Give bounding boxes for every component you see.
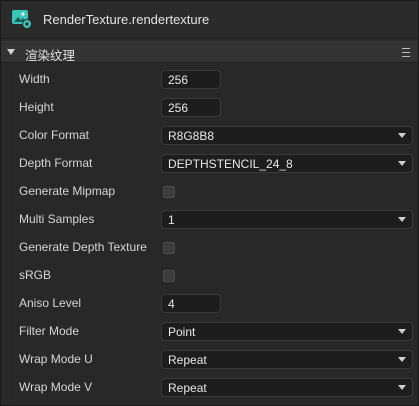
wrap-mode-v-select[interactable]: Repeat	[161, 378, 413, 397]
depth-format-select[interactable]: DEPTHSTENCIL_24_8	[161, 154, 413, 173]
row-wrap-mode-v: Wrap Mode V Repeat	[9, 373, 418, 401]
chevron-down-icon	[398, 329, 406, 334]
wrap-mode-v-value: Repeat	[168, 381, 207, 395]
section-title: 渲染纹理	[25, 49, 76, 63]
hamburger-menu-icon[interactable]	[402, 48, 410, 57]
row-generate-depth-texture: Generate Depth Texture	[9, 233, 418, 261]
chevron-down-icon	[398, 133, 406, 138]
multi-samples-value: 1	[168, 213, 175, 227]
row-filter-mode: Filter Mode Point	[9, 317, 418, 345]
srgb-checkbox[interactable]	[163, 270, 175, 282]
filter-mode-label: Filter Mode	[19, 324, 80, 338]
aniso-level-input[interactable]: 4	[161, 294, 221, 313]
generate-mipmap-label: Generate Mipmap	[19, 184, 116, 198]
color-format-select[interactable]: R8G8B8	[161, 126, 413, 145]
depth-format-label: Depth Format	[19, 156, 93, 170]
wrap-mode-v-label: Wrap Mode V	[19, 380, 93, 394]
width-label: Width	[19, 72, 50, 86]
generate-depth-texture-label: Generate Depth Texture	[19, 240, 147, 254]
generate-mipmap-checkbox[interactable]	[163, 186, 175, 198]
render-texture-icon	[11, 9, 33, 29]
chevron-down-icon	[398, 161, 406, 166]
wrap-mode-u-label: Wrap Mode U	[19, 352, 93, 366]
color-format-value: R8G8B8	[168, 129, 215, 143]
row-height: Height 256	[9, 93, 418, 121]
chevron-down-icon	[398, 357, 406, 362]
row-aniso-level: Aniso Level 4	[9, 289, 418, 317]
asset-title: RenderTexture.rendertexture	[43, 12, 210, 27]
chevron-down-icon	[398, 385, 406, 390]
row-color-format: Color Format R8G8B8	[9, 121, 418, 149]
generate-depth-texture-checkbox[interactable]	[163, 242, 175, 254]
row-width: Width 256	[9, 65, 418, 93]
filter-mode-value: Point	[168, 325, 196, 339]
triangle-down-icon[interactable]	[7, 49, 15, 55]
chevron-down-icon	[398, 217, 406, 222]
properties-body: Width 256 Height 256 Color Format R8G8B8…	[9, 65, 418, 401]
height-label: Height	[19, 100, 54, 114]
inspector-panel: RenderTexture.rendertexture 渲染纹理 Width 2…	[0, 0, 419, 406]
multi-samples-label: Multi Samples	[19, 212, 95, 226]
color-format-label: Color Format	[19, 128, 90, 142]
wrap-mode-u-value: Repeat	[168, 353, 207, 367]
height-input[interactable]: 256	[161, 98, 221, 117]
depth-format-value: DEPTHSTENCIL_24_8	[168, 157, 293, 171]
srgb-label: sRGB	[19, 268, 52, 282]
wrap-mode-u-select[interactable]: Repeat	[161, 350, 413, 369]
width-input[interactable]: 256	[161, 70, 221, 89]
asset-title-bar: RenderTexture.rendertexture	[1, 1, 418, 39]
row-depth-format: Depth Format DEPTHSTENCIL_24_8	[9, 149, 418, 177]
row-generate-mipmap: Generate Mipmap	[9, 177, 418, 205]
row-srgb: sRGB	[9, 261, 418, 289]
multi-samples-select[interactable]: 1	[161, 210, 413, 229]
filter-mode-select[interactable]: Point	[161, 322, 413, 341]
row-multi-samples: Multi Samples 1	[9, 205, 418, 233]
row-wrap-mode-u: Wrap Mode U Repeat	[9, 345, 418, 373]
aniso-level-label: Aniso Level	[19, 296, 82, 310]
render-texture-section-header[interactable]: 渲染纹理	[1, 41, 418, 63]
